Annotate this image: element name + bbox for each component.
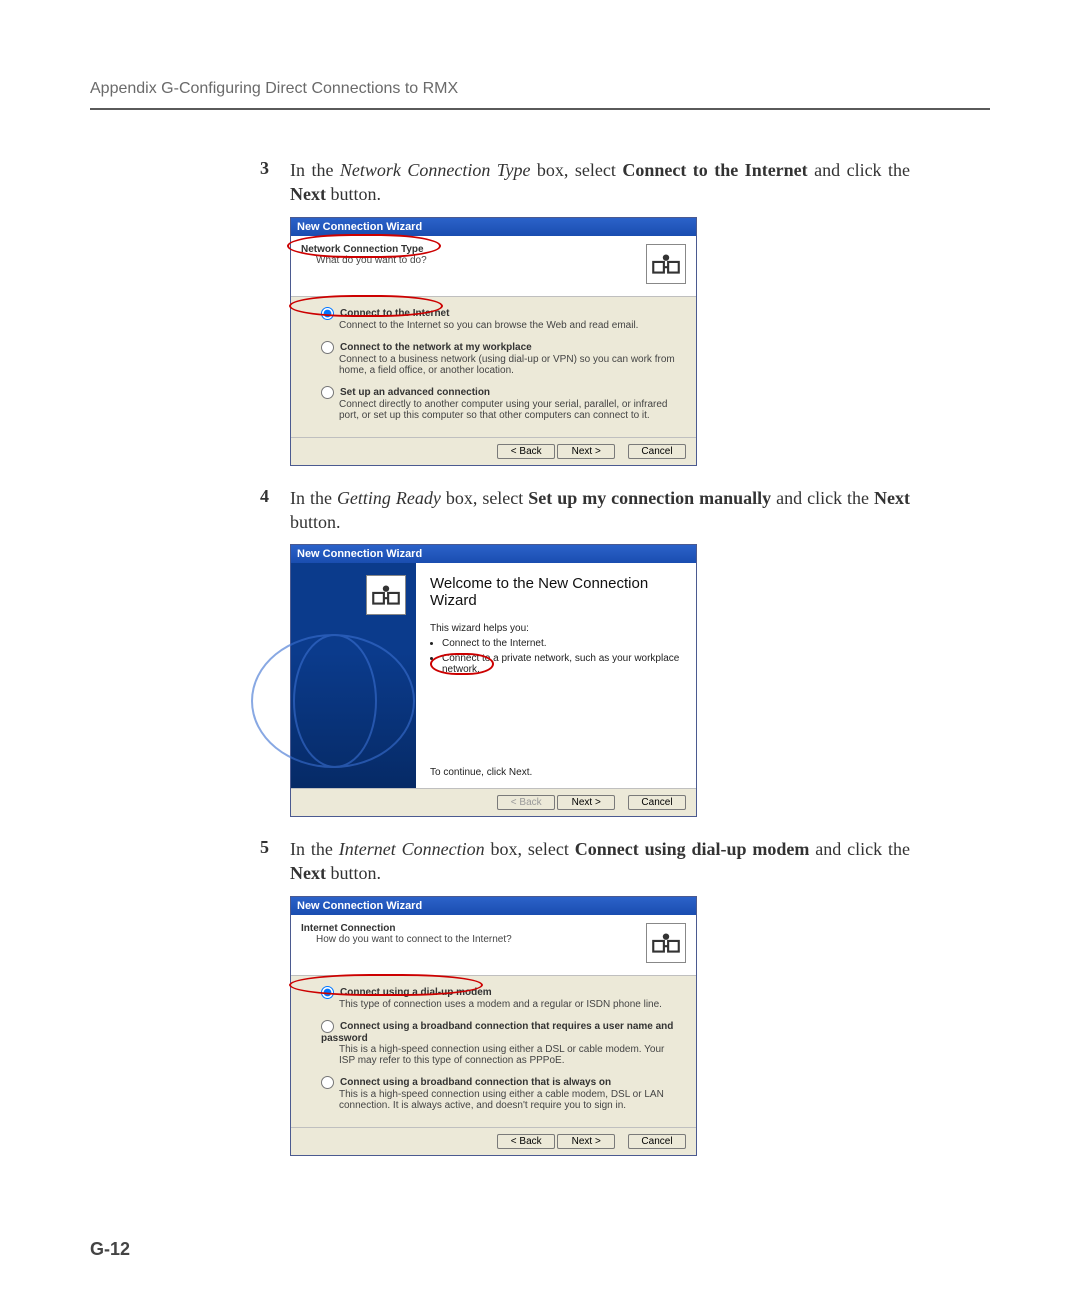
bullet-item: Connect to the Internet. — [442, 638, 684, 649]
option-description: Connect directly to another computer usi… — [339, 399, 676, 421]
cancel-button[interactable]: Cancel — [628, 444, 686, 459]
continue-hint: To continue, click Next. — [430, 767, 532, 778]
step-text: In the Internet Connection box, select C… — [290, 837, 910, 886]
instruction-step: 5 In the Internet Connection box, select… — [260, 837, 910, 886]
wizard-heading: Internet Connection — [301, 923, 395, 934]
header-separator — [90, 108, 990, 110]
step-text: In the Getting Ready box, select Set up … — [290, 486, 910, 535]
welcome-title: Welcome to the New Connection Wizard — [430, 575, 684, 609]
radio-option[interactable]: Connect using a dial-up modem This type … — [321, 986, 676, 1010]
network-icon — [366, 575, 406, 615]
radio-option[interactable]: Set up an advanced connection Connect di… — [321, 386, 676, 421]
wizard-sidebar — [291, 563, 416, 788]
radio-input[interactable] — [321, 986, 334, 999]
option-description: Connect to a business network (using dia… — [339, 354, 676, 376]
option-description: This type of connection uses a modem and… — [339, 999, 676, 1010]
next-button[interactable]: Next > — [557, 795, 615, 810]
wizard-titlebar: New Connection Wizard — [291, 897, 696, 915]
network-icon — [646, 923, 686, 963]
wizard-subheading: What do you want to do? — [316, 255, 427, 266]
instruction-step: 4 In the Getting Ready box, select Set u… — [260, 486, 910, 535]
back-button: < Back — [497, 795, 555, 810]
bullet-item: Connect to a private network, such as yo… — [442, 653, 684, 675]
instruction-step: 3 In the Network Connection Type box, se… — [260, 158, 910, 207]
wizard-titlebar: New Connection Wizard — [291, 545, 696, 563]
radio-input[interactable] — [321, 341, 334, 354]
cancel-button[interactable]: Cancel — [628, 1134, 686, 1149]
step-number: 5 — [260, 837, 290, 886]
radio-option[interactable]: Connect using a broadband connection tha… — [321, 1076, 676, 1111]
wizard-heading: Network Connection Type — [301, 244, 424, 255]
wizard-network-connection-type: New Connection Wizard Network Connection… — [290, 217, 697, 466]
step-number: 3 — [260, 158, 290, 207]
radio-input[interactable] — [321, 1076, 334, 1089]
step-number: 4 — [260, 486, 290, 535]
radio-input[interactable] — [321, 386, 334, 399]
wizard-welcome: New Connection Wizard Welcome to the New… — [290, 544, 697, 817]
next-button[interactable]: Next > — [557, 1134, 615, 1149]
welcome-helps-label: This wizard helps you: — [430, 623, 684, 634]
next-button[interactable]: Next > — [557, 444, 615, 459]
page-header: Appendix G-Configuring Direct Connection… — [90, 80, 990, 98]
back-button[interactable]: < Back — [497, 1134, 555, 1149]
radio-input[interactable] — [321, 307, 334, 320]
page-number: G-12 — [90, 1239, 130, 1260]
radio-option[interactable]: Connect using a broadband connection tha… — [321, 1020, 676, 1066]
wizard-titlebar: New Connection Wizard — [291, 218, 696, 236]
network-icon — [646, 244, 686, 284]
option-description: Connect to the Internet so you can brows… — [339, 320, 676, 331]
wizard-subheading: How do you want to connect to the Intern… — [316, 934, 512, 945]
cancel-button[interactable]: Cancel — [628, 795, 686, 810]
option-description: This is a high-speed connection using ei… — [339, 1044, 676, 1066]
radio-option[interactable]: Connect to the Internet Connect to the I… — [321, 307, 676, 331]
back-button[interactable]: < Back — [497, 444, 555, 459]
step-text: In the Network Connection Type box, sele… — [290, 158, 910, 207]
radio-input[interactable] — [321, 1020, 334, 1033]
radio-option[interactable]: Connect to the network at my workplace C… — [321, 341, 676, 376]
option-description: This is a high-speed connection using ei… — [339, 1089, 676, 1111]
wizard-internet-connection: New Connection Wizard Internet Connectio… — [290, 896, 697, 1156]
